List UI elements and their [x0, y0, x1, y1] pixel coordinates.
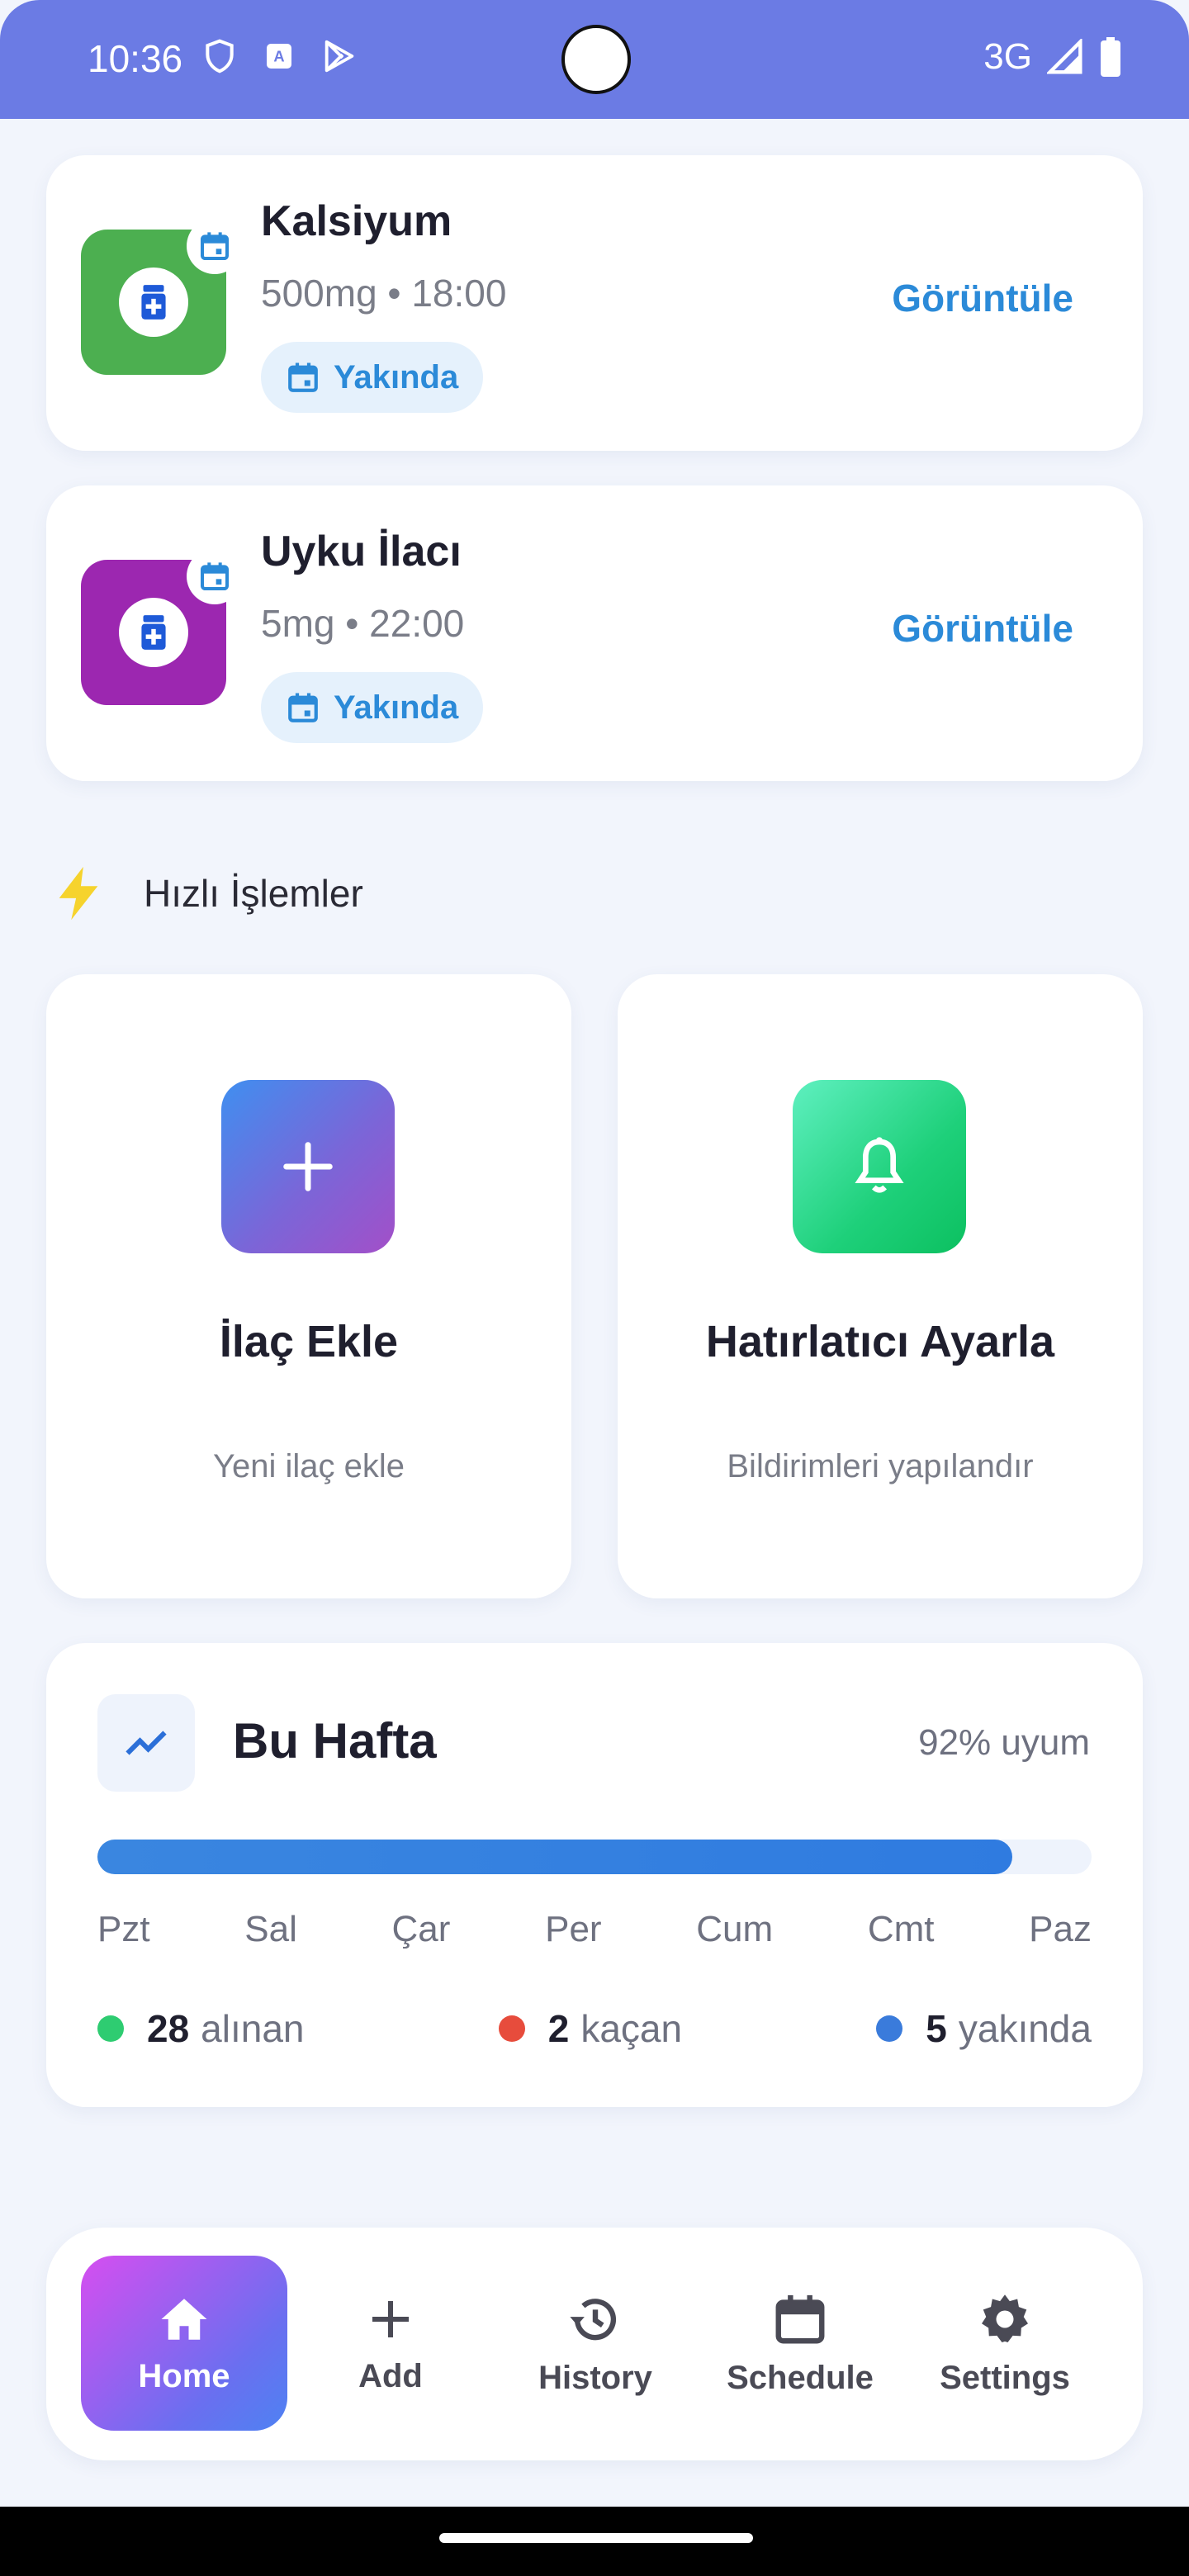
- status-chip-label: Yakında: [334, 689, 459, 726]
- nav-settings[interactable]: Settings: [902, 2256, 1108, 2431]
- day-label: Per: [545, 1909, 602, 1949]
- weekly-summary-card: Bu Hafta 92% uyum Pzt Sal Çar Per Cum Cm…: [46, 1643, 1143, 2107]
- taken-count: 28: [147, 2007, 190, 2050]
- set-reminder-title: Hatırlatıcı Ayarla: [705, 1317, 1055, 1366]
- stat-upcoming: 5 yakında: [876, 2006, 1092, 2051]
- signal-icon: [1047, 39, 1082, 74]
- stat-taken: 28 alınan: [97, 2006, 305, 2051]
- weekday-labels: Pzt Sal Çar Per Cum Cmt Paz: [97, 1909, 1092, 1950]
- calendar-icon: [288, 362, 318, 392]
- svg-text:A: A: [273, 48, 284, 65]
- add-medication-icon-box: [221, 1080, 395, 1253]
- stat-missed: 2 kaçan: [498, 2006, 683, 2051]
- status-chip: Yakında: [261, 342, 484, 413]
- pill-bottle-icon: [141, 285, 166, 320]
- bell-icon: [855, 1137, 904, 1193]
- calendar-icon: [201, 232, 229, 260]
- medication-icon: [81, 548, 243, 705]
- system-navigation-bar: [0, 2507, 1189, 2576]
- status-time: 10:36: [88, 37, 183, 80]
- pill-bottle-icon: [141, 615, 166, 650]
- trending-up-icon: [126, 1731, 167, 1755]
- medication-icon: [81, 218, 243, 375]
- set-reminder-icon-box: [793, 1080, 966, 1253]
- app-screen: 10:36 A 3G Kalsiyum 500mg • 18:00 Yakınd…: [0, 0, 1189, 2576]
- nav-add[interactable]: Add: [287, 2256, 494, 2431]
- shield-icon: [206, 39, 234, 73]
- missed-count: 2: [547, 2007, 570, 2050]
- medication-name: Uyku İlacı: [261, 528, 462, 575]
- status-chip-label: Yakında: [334, 358, 459, 395]
- battery-icon: [1101, 37, 1120, 77]
- trend-icon-box: [97, 1694, 195, 1792]
- adherence-value: 92% uyum: [918, 1722, 1090, 1763]
- nav-home-label: Home: [138, 2357, 230, 2394]
- medication-card[interactable]: Uyku İlacı 5mg • 22:00 Yakında Görüntüle: [46, 485, 1143, 781]
- taken-dot: [97, 2015, 124, 2042]
- home-icon: [161, 2298, 207, 2340]
- home-gesture-handle[interactable]: [439, 2533, 753, 2543]
- view-button[interactable]: Görüntüle: [892, 606, 1073, 651]
- adherence-progress-bar: [97, 1840, 1092, 1874]
- week-title: Bu Hafta: [233, 1713, 437, 1769]
- add-medication-title: İlaç Ekle: [219, 1317, 399, 1366]
- translate-icon: A: [267, 44, 291, 69]
- day-label: Paz: [1029, 1909, 1092, 1949]
- day-label: Cmt: [867, 1909, 935, 1949]
- medication-dose-time: 5mg • 22:00: [261, 602, 465, 645]
- nav-schedule-label: Schedule: [727, 2359, 874, 2396]
- calendar-icon: [201, 562, 229, 590]
- plus-icon: [283, 1142, 333, 1191]
- status-right: 3G: [983, 36, 1123, 78]
- upcoming-dot: [876, 2015, 903, 2042]
- nav-add-label: Add: [358, 2357, 423, 2394]
- medication-card[interactable]: Kalsiyum 500mg • 18:00 Yakında Görüntüle: [46, 155, 1143, 451]
- calendar-icon: [775, 2294, 825, 2343]
- play-store-icon: [324, 40, 354, 73]
- upcoming-count: 5: [926, 2007, 947, 2050]
- status-chip: Yakında: [261, 672, 484, 743]
- nav-schedule[interactable]: Schedule: [697, 2256, 903, 2431]
- quick-actions-header: Hızlı İşlemler: [50, 864, 363, 923]
- network-type: 3G: [983, 36, 1032, 77]
- add-medication-card[interactable]: İlaç Ekle Yeni ilaç ekle: [46, 974, 571, 1598]
- lightning-icon: [59, 866, 98, 921]
- adherence-progress-fill: [97, 1840, 1012, 1874]
- nav-history-label: History: [538, 2359, 652, 2396]
- medication-name: Kalsiyum: [261, 197, 452, 245]
- missed-label: kaçan: [580, 2007, 683, 2050]
- taken-label: alınan: [201, 2007, 305, 2050]
- status-notification-icons: A: [201, 36, 358, 76]
- nav-settings-label: Settings: [940, 2359, 1070, 2396]
- set-reminder-card[interactable]: Hatırlatıcı Ayarla Bildirimleri yapıland…: [618, 974, 1143, 1598]
- day-label: Cum: [696, 1909, 774, 1949]
- camera-cutout: [561, 25, 631, 94]
- view-button[interactable]: Görüntüle: [892, 276, 1073, 320]
- day-label: Pzt: [97, 1909, 150, 1949]
- upcoming-label: yakında: [958, 2007, 1092, 2050]
- plus-icon: [372, 2300, 409, 2337]
- medication-dose-time: 500mg • 18:00: [261, 272, 507, 315]
- status-bar: 10:36 A 3G: [0, 0, 1189, 119]
- calendar-icon: [288, 693, 318, 722]
- bottom-navigation: Home Add History Schedule Settings: [46, 2228, 1143, 2460]
- nav-history[interactable]: History: [492, 2256, 699, 2431]
- history-icon: [570, 2298, 617, 2340]
- day-label: Sal: [244, 1909, 297, 1949]
- weekly-stats: 28 alınan 2 kaçan 5 yakında: [97, 2006, 1092, 2051]
- day-label: Çar: [391, 1909, 451, 1949]
- gear-icon: [982, 2294, 1028, 2342]
- nav-home[interactable]: Home: [81, 2256, 287, 2431]
- add-medication-subtitle: Yeni ilaç ekle: [212, 1448, 405, 1485]
- missed-dot: [498, 2015, 525, 2042]
- set-reminder-subtitle: Bildirimleri yapılandır: [727, 1448, 1034, 1485]
- quick-actions-title: Hızlı İşlemler: [144, 872, 363, 915]
